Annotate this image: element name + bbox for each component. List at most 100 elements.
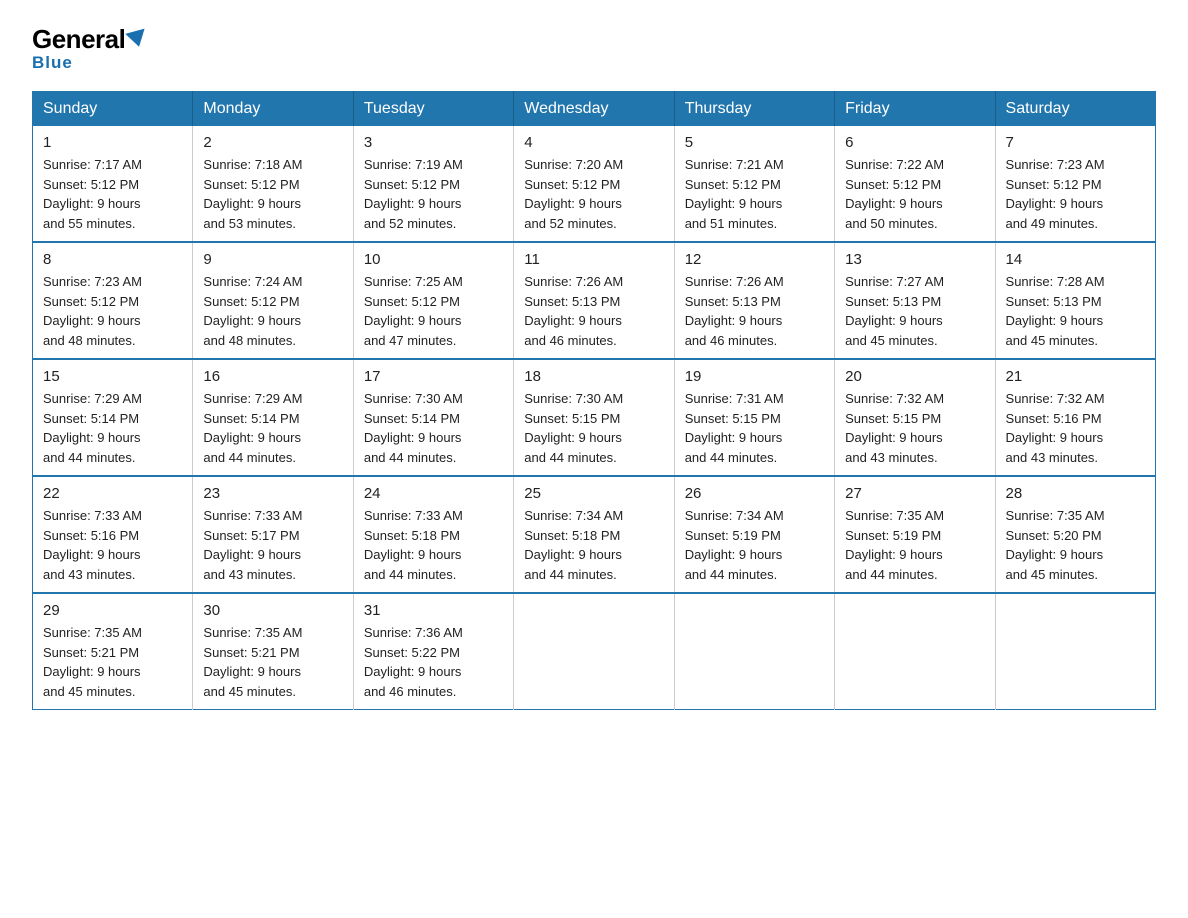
- calendar-cell: 15 Sunrise: 7:29 AMSunset: 5:14 PMDaylig…: [33, 359, 193, 476]
- day-number: 6: [845, 134, 984, 151]
- day-number: 18: [524, 368, 663, 385]
- day-number: 14: [1006, 251, 1145, 268]
- weekday-header-sunday: Sunday: [33, 92, 193, 127]
- day-number: 8: [43, 251, 182, 268]
- day-info: Sunrise: 7:20 AMSunset: 5:12 PMDaylight:…: [524, 155, 663, 233]
- day-info: Sunrise: 7:24 AMSunset: 5:12 PMDaylight:…: [203, 272, 342, 350]
- day-number: 7: [1006, 134, 1145, 151]
- calendar-cell: 4 Sunrise: 7:20 AMSunset: 5:12 PMDayligh…: [514, 126, 674, 242]
- calendar-cell: [514, 593, 674, 710]
- day-number: 31: [364, 602, 503, 619]
- calendar-cell: 23 Sunrise: 7:33 AMSunset: 5:17 PMDaylig…: [193, 476, 353, 593]
- day-info: Sunrise: 7:34 AMSunset: 5:19 PMDaylight:…: [685, 506, 824, 584]
- weekday-header-tuesday: Tuesday: [353, 92, 513, 127]
- day-info: Sunrise: 7:23 AMSunset: 5:12 PMDaylight:…: [43, 272, 182, 350]
- weekday-header-saturday: Saturday: [995, 92, 1155, 127]
- calendar-cell: 9 Sunrise: 7:24 AMSunset: 5:12 PMDayligh…: [193, 242, 353, 359]
- page-header: General Blue: [32, 24, 1156, 73]
- day-number: 15: [43, 368, 182, 385]
- day-number: 26: [685, 485, 824, 502]
- day-info: Sunrise: 7:25 AMSunset: 5:12 PMDaylight:…: [364, 272, 503, 350]
- calendar-cell: 13 Sunrise: 7:27 AMSunset: 5:13 PMDaylig…: [835, 242, 995, 359]
- logo-area: General Blue: [32, 24, 147, 73]
- day-info: Sunrise: 7:17 AMSunset: 5:12 PMDaylight:…: [43, 155, 182, 233]
- day-number: 27: [845, 485, 984, 502]
- calendar-cell: 12 Sunrise: 7:26 AMSunset: 5:13 PMDaylig…: [674, 242, 834, 359]
- day-info: Sunrise: 7:32 AMSunset: 5:16 PMDaylight:…: [1006, 389, 1145, 467]
- calendar-cell: 20 Sunrise: 7:32 AMSunset: 5:15 PMDaylig…: [835, 359, 995, 476]
- day-number: 2: [203, 134, 342, 151]
- day-info: Sunrise: 7:33 AMSunset: 5:17 PMDaylight:…: [203, 506, 342, 584]
- day-info: Sunrise: 7:30 AMSunset: 5:14 PMDaylight:…: [364, 389, 503, 467]
- week-row-4: 22 Sunrise: 7:33 AMSunset: 5:16 PMDaylig…: [33, 476, 1156, 593]
- day-number: 19: [685, 368, 824, 385]
- calendar-cell: 2 Sunrise: 7:18 AMSunset: 5:12 PMDayligh…: [193, 126, 353, 242]
- calendar-cell: 3 Sunrise: 7:19 AMSunset: 5:12 PMDayligh…: [353, 126, 513, 242]
- calendar-cell: 27 Sunrise: 7:35 AMSunset: 5:19 PMDaylig…: [835, 476, 995, 593]
- calendar-cell: 6 Sunrise: 7:22 AMSunset: 5:12 PMDayligh…: [835, 126, 995, 242]
- day-number: 30: [203, 602, 342, 619]
- day-info: Sunrise: 7:32 AMSunset: 5:15 PMDaylight:…: [845, 389, 984, 467]
- day-number: 1: [43, 134, 182, 151]
- week-row-5: 29 Sunrise: 7:35 AMSunset: 5:21 PMDaylig…: [33, 593, 1156, 710]
- calendar-cell: 1 Sunrise: 7:17 AMSunset: 5:12 PMDayligh…: [33, 126, 193, 242]
- day-number: 3: [364, 134, 503, 151]
- calendar-cell: 22 Sunrise: 7:33 AMSunset: 5:16 PMDaylig…: [33, 476, 193, 593]
- day-number: 21: [1006, 368, 1145, 385]
- day-info: Sunrise: 7:35 AMSunset: 5:21 PMDaylight:…: [43, 623, 182, 701]
- calendar-cell: 5 Sunrise: 7:21 AMSunset: 5:12 PMDayligh…: [674, 126, 834, 242]
- day-number: 22: [43, 485, 182, 502]
- day-info: Sunrise: 7:26 AMSunset: 5:13 PMDaylight:…: [685, 272, 824, 350]
- calendar-cell: [995, 593, 1155, 710]
- day-number: 10: [364, 251, 503, 268]
- day-number: 20: [845, 368, 984, 385]
- calendar-cell: [674, 593, 834, 710]
- day-number: 23: [203, 485, 342, 502]
- day-info: Sunrise: 7:22 AMSunset: 5:12 PMDaylight:…: [845, 155, 984, 233]
- week-row-3: 15 Sunrise: 7:29 AMSunset: 5:14 PMDaylig…: [33, 359, 1156, 476]
- calendar-cell: [835, 593, 995, 710]
- day-info: Sunrise: 7:35 AMSunset: 5:20 PMDaylight:…: [1006, 506, 1145, 584]
- day-number: 28: [1006, 485, 1145, 502]
- day-info: Sunrise: 7:35 AMSunset: 5:21 PMDaylight:…: [203, 623, 342, 701]
- calendar-cell: 7 Sunrise: 7:23 AMSunset: 5:12 PMDayligh…: [995, 126, 1155, 242]
- day-number: 13: [845, 251, 984, 268]
- calendar-cell: 8 Sunrise: 7:23 AMSunset: 5:12 PMDayligh…: [33, 242, 193, 359]
- week-row-2: 8 Sunrise: 7:23 AMSunset: 5:12 PMDayligh…: [33, 242, 1156, 359]
- calendar-cell: 31 Sunrise: 7:36 AMSunset: 5:22 PMDaylig…: [353, 593, 513, 710]
- weekday-header-wednesday: Wednesday: [514, 92, 674, 127]
- day-number: 16: [203, 368, 342, 385]
- day-info: Sunrise: 7:36 AMSunset: 5:22 PMDaylight:…: [364, 623, 503, 701]
- day-info: Sunrise: 7:28 AMSunset: 5:13 PMDaylight:…: [1006, 272, 1145, 350]
- calendar-cell: 16 Sunrise: 7:29 AMSunset: 5:14 PMDaylig…: [193, 359, 353, 476]
- day-info: Sunrise: 7:21 AMSunset: 5:12 PMDaylight:…: [685, 155, 824, 233]
- day-info: Sunrise: 7:27 AMSunset: 5:13 PMDaylight:…: [845, 272, 984, 350]
- day-number: 12: [685, 251, 824, 268]
- calendar-cell: 30 Sunrise: 7:35 AMSunset: 5:21 PMDaylig…: [193, 593, 353, 710]
- calendar-cell: 14 Sunrise: 7:28 AMSunset: 5:13 PMDaylig…: [995, 242, 1155, 359]
- calendar-cell: 11 Sunrise: 7:26 AMSunset: 5:13 PMDaylig…: [514, 242, 674, 359]
- logo-blue: Blue: [32, 53, 73, 73]
- day-info: Sunrise: 7:31 AMSunset: 5:15 PMDaylight:…: [685, 389, 824, 467]
- day-info: Sunrise: 7:30 AMSunset: 5:15 PMDaylight:…: [524, 389, 663, 467]
- weekday-header-friday: Friday: [835, 92, 995, 127]
- calendar-cell: 24 Sunrise: 7:33 AMSunset: 5:18 PMDaylig…: [353, 476, 513, 593]
- day-number: 17: [364, 368, 503, 385]
- logo-triangle-icon: [126, 29, 149, 50]
- weekday-header-monday: Monday: [193, 92, 353, 127]
- week-row-1: 1 Sunrise: 7:17 AMSunset: 5:12 PMDayligh…: [33, 126, 1156, 242]
- day-info: Sunrise: 7:29 AMSunset: 5:14 PMDaylight:…: [43, 389, 182, 467]
- weekday-header-thursday: Thursday: [674, 92, 834, 127]
- day-number: 25: [524, 485, 663, 502]
- weekday-header-row: SundayMondayTuesdayWednesdayThursdayFrid…: [33, 92, 1156, 127]
- day-info: Sunrise: 7:23 AMSunset: 5:12 PMDaylight:…: [1006, 155, 1145, 233]
- day-info: Sunrise: 7:19 AMSunset: 5:12 PMDaylight:…: [364, 155, 503, 233]
- day-number: 29: [43, 602, 182, 619]
- calendar-cell: 10 Sunrise: 7:25 AMSunset: 5:12 PMDaylig…: [353, 242, 513, 359]
- calendar-cell: 21 Sunrise: 7:32 AMSunset: 5:16 PMDaylig…: [995, 359, 1155, 476]
- day-info: Sunrise: 7:35 AMSunset: 5:19 PMDaylight:…: [845, 506, 984, 584]
- day-info: Sunrise: 7:29 AMSunset: 5:14 PMDaylight:…: [203, 389, 342, 467]
- day-info: Sunrise: 7:33 AMSunset: 5:18 PMDaylight:…: [364, 506, 503, 584]
- day-info: Sunrise: 7:18 AMSunset: 5:12 PMDaylight:…: [203, 155, 342, 233]
- calendar-cell: 28 Sunrise: 7:35 AMSunset: 5:20 PMDaylig…: [995, 476, 1155, 593]
